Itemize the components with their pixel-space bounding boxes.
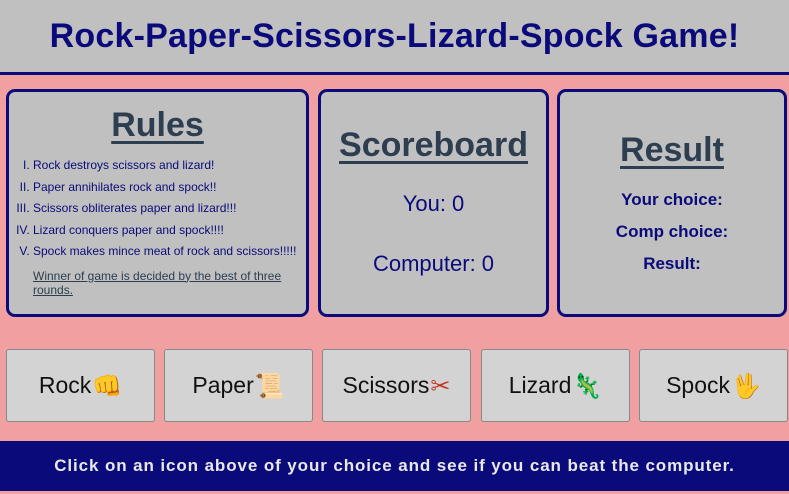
rules-note: Winner of game is decided by the best of… bbox=[33, 268, 282, 297]
paper-label: Paper bbox=[192, 372, 254, 398]
scoreboard-panel: Scoreboard You: 0 Computer: 0 bbox=[318, 89, 549, 317]
rock-button[interactable]: Rock 👊 bbox=[6, 349, 155, 422]
header-bar: Rock-Paper-Scissors-Lizard-Spock Game! bbox=[0, 0, 789, 75]
result-panel: Result Your choice: Comp choice: Result: bbox=[557, 89, 787, 317]
score-computer: Computer: 0 bbox=[372, 251, 495, 276]
your-choice-label: Your choice: bbox=[621, 190, 723, 209]
instruction-text: Click on an icon above of your choice an… bbox=[54, 456, 735, 475]
spock-label: Spock bbox=[666, 372, 731, 398]
lizard-button[interactable]: Lizard 🦎 bbox=[481, 349, 630, 422]
rock-label: Rock bbox=[38, 372, 92, 398]
rule-item: Paper annihilates rock and spock!! bbox=[33, 177, 306, 199]
lizard-label: Lizard bbox=[508, 372, 572, 398]
rules-title: Rules bbox=[111, 106, 204, 144]
vulcan-salute-icon: 🖖 bbox=[731, 371, 761, 400]
result-title: Result bbox=[620, 131, 724, 169]
rule-item: Scissors obliterates paper and lizard!!! bbox=[33, 198, 306, 220]
result-label: Result: bbox=[643, 254, 701, 273]
lizard-icon: 🦎 bbox=[572, 371, 603, 400]
scroll-icon: 📜 bbox=[254, 371, 285, 400]
scissors-button[interactable]: Scissors ✂ bbox=[322, 349, 471, 422]
comp-choice-label: Comp choice: bbox=[615, 222, 729, 241]
instruction-footer: Click on an icon above of your choice an… bbox=[0, 441, 789, 491]
spock-button[interactable]: Spock 🖖 bbox=[639, 349, 788, 422]
rule-item: Rock destroys scissors and lizard! bbox=[33, 155, 306, 177]
score-you: You: 0 bbox=[402, 191, 465, 216]
scissors-label: Scissors bbox=[342, 372, 430, 398]
scissors-icon: ✂ bbox=[430, 371, 451, 400]
rules-panel: Rules Rock destroys scissors and lizard!… bbox=[6, 89, 309, 317]
rule-item: Lizard conquers paper and spock!!!! bbox=[33, 220, 306, 242]
fist-icon: 👊 bbox=[92, 371, 123, 400]
page-title: Rock-Paper-Scissors-Lizard-Spock Game! bbox=[49, 16, 740, 55]
rules-list: Rock destroys scissors and lizard! Paper… bbox=[9, 155, 306, 263]
scoreboard-title: Scoreboard bbox=[339, 126, 528, 164]
paper-button[interactable]: Paper 📜 bbox=[164, 349, 313, 422]
rule-item: Spock makes mince meat of rock and sciss… bbox=[33, 241, 306, 263]
